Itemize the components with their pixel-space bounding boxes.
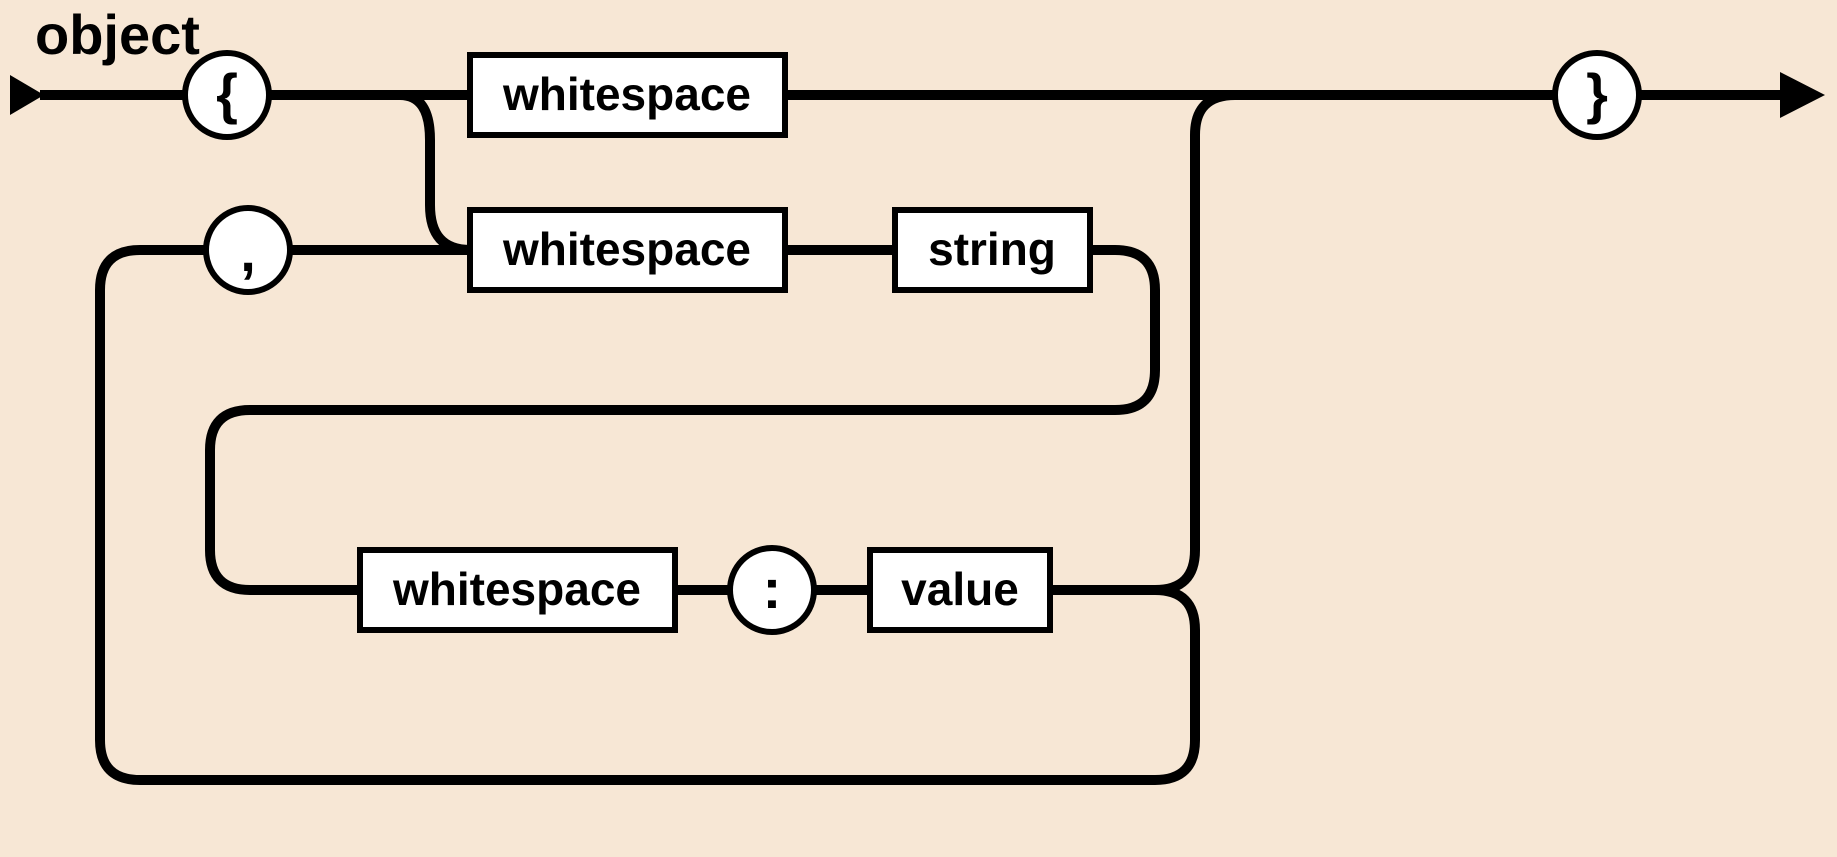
rail-s-bend bbox=[210, 250, 1155, 590]
diagram-title: object bbox=[35, 3, 200, 66]
exit-arrow bbox=[1780, 72, 1825, 118]
rail-up-to-exit bbox=[1155, 95, 1235, 590]
entry-arrow bbox=[10, 75, 44, 115]
terminal-open-brace-label: { bbox=[216, 62, 238, 125]
rail-loop-back bbox=[100, 250, 1195, 780]
terminal-comma-label: , bbox=[240, 220, 256, 283]
rule-string-label: string bbox=[928, 223, 1056, 275]
rule-value-label: value bbox=[901, 563, 1019, 615]
terminal-colon-label: : bbox=[763, 557, 782, 620]
rule-whitespace-1-label: whitespace bbox=[502, 68, 751, 120]
railroad-diagram: object { whitespace } , whitespace strin… bbox=[0, 0, 1837, 857]
rule-whitespace-3-label: whitespace bbox=[392, 563, 641, 615]
rail-branch-down bbox=[400, 95, 470, 250]
terminal-close-brace-label: } bbox=[1586, 62, 1608, 125]
rule-whitespace-2-label: whitespace bbox=[502, 223, 751, 275]
